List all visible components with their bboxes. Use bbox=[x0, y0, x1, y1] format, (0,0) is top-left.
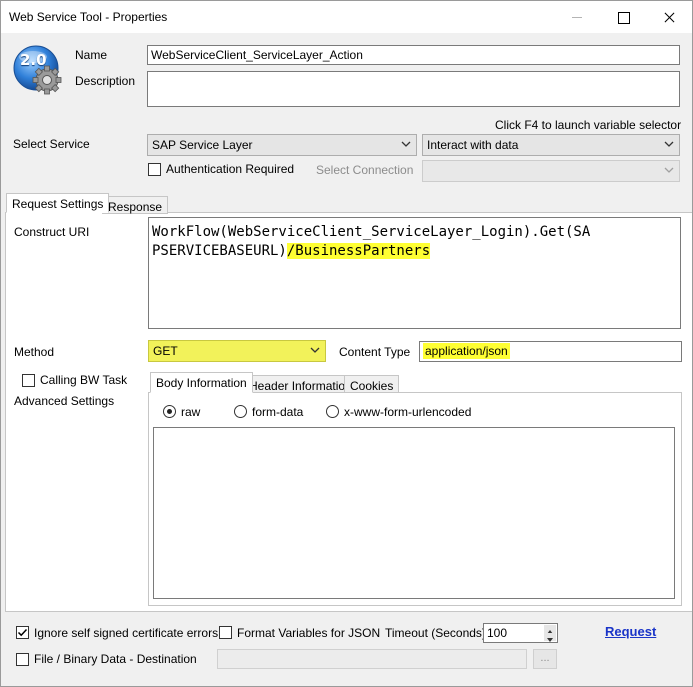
raw-radio[interactable] bbox=[163, 405, 176, 418]
variable-selector-hint: Click F4 to launch variable selector bbox=[495, 118, 682, 132]
check-icon bbox=[17, 628, 28, 637]
spin-down-icon[interactable] bbox=[544, 633, 556, 642]
method-select-value: GET bbox=[153, 344, 178, 358]
file-destination-label: File / Binary Data - Destination bbox=[34, 652, 197, 666]
content-type-value: application/json bbox=[423, 343, 510, 359]
chevron-down-icon bbox=[401, 141, 411, 147]
ignore-ssl-checkbox[interactable] bbox=[16, 626, 29, 639]
service-select-value: SAP Service Layer bbox=[152, 138, 253, 152]
timeout-value: 100 bbox=[487, 626, 508, 640]
request-button[interactable]: Request bbox=[605, 624, 656, 639]
properties-window: Web Service Tool - Properties 2.0 Name W… bbox=[0, 0, 693, 687]
tab-response[interactable]: Response bbox=[102, 196, 169, 214]
description-input[interactable] bbox=[147, 71, 680, 107]
description-label: Description bbox=[75, 74, 136, 88]
auth-required-label: Authentication Required bbox=[166, 162, 295, 176]
name-input[interactable]: WebServiceClient_ServiceLayer_Action bbox=[147, 45, 680, 65]
content-type-label: Content Type bbox=[339, 345, 411, 359]
urlencoded-label: x-www-form-urlencoded bbox=[344, 405, 472, 419]
auth-required-checkbox[interactable] bbox=[148, 163, 161, 176]
construct-uri-input[interactable]: WorkFlow(WebServiceClient_ServiceLayer_L… bbox=[148, 217, 681, 329]
file-destination-checkbox[interactable] bbox=[16, 653, 29, 666]
browse-button[interactable]: ... bbox=[533, 649, 557, 669]
advanced-settings-label: Advanced Settings bbox=[14, 394, 115, 408]
calling-bw-label: Calling BW Task bbox=[40, 373, 128, 387]
format-variables-label: Format Variables for JSON bbox=[237, 626, 381, 640]
ignore-ssl-label: Ignore self signed certificate errors bbox=[34, 626, 219, 640]
chevron-down-icon bbox=[664, 141, 674, 147]
construct-uri-label: Construct URI bbox=[14, 225, 90, 239]
name-label: Name bbox=[75, 48, 108, 62]
tab-cookies[interactable]: Cookies bbox=[344, 375, 400, 393]
select-connection-label: Select Connection bbox=[316, 163, 414, 177]
interact-select-value: Interact with data bbox=[427, 138, 519, 152]
service-select[interactable]: SAP Service Layer bbox=[147, 134, 417, 156]
tab-request-settings[interactable]: Request Settings bbox=[6, 193, 110, 213]
window-title: Web Service Tool - Properties bbox=[9, 10, 168, 24]
chevron-down-icon bbox=[310, 347, 320, 353]
close-icon[interactable] bbox=[646, 1, 692, 33]
interact-select[interactable]: Interact with data bbox=[422, 134, 680, 156]
method-select[interactable]: GET bbox=[148, 340, 326, 362]
method-label: Method bbox=[14, 345, 55, 359]
timeout-input[interactable]: 100 bbox=[483, 623, 558, 643]
form-data-radio[interactable] bbox=[234, 405, 247, 418]
raw-body-input[interactable] bbox=[153, 427, 675, 599]
version-text: 2.0 bbox=[20, 51, 47, 69]
connection-select[interactable] bbox=[422, 160, 680, 182]
uri-line-2-plain: PSERVICEBASEURL) bbox=[152, 243, 287, 259]
minimize-icon[interactable] bbox=[554, 1, 600, 33]
title-bar: Web Service Tool - Properties bbox=[1, 1, 692, 33]
timeout-label: Timeout (Seconds) bbox=[385, 626, 486, 640]
uri-line-1: WorkFlow(WebServiceClient_ServiceLayer_L… bbox=[152, 224, 591, 240]
raw-label: raw bbox=[181, 405, 201, 419]
version-badge: 2.0 bbox=[11, 43, 67, 99]
spin-up-icon[interactable] bbox=[544, 625, 556, 634]
urlencoded-radio[interactable] bbox=[326, 405, 339, 418]
uri-highlighted-path: /BusinessPartners bbox=[286, 243, 431, 259]
content-type-input[interactable]: application/json bbox=[419, 341, 682, 362]
form-data-label: form-data bbox=[252, 405, 304, 419]
tab-body-information[interactable]: Body Information bbox=[150, 372, 253, 393]
chevron-down-icon bbox=[664, 167, 674, 173]
gear-icon bbox=[32, 65, 62, 95]
tab-header-information[interactable]: Header Information bbox=[243, 375, 358, 393]
maximize-icon[interactable] bbox=[600, 1, 646, 33]
uri-line-2: PSERVICEBASEURL)/BusinessPartners bbox=[152, 242, 677, 261]
calling-bw-checkbox[interactable] bbox=[22, 374, 35, 387]
format-variables-checkbox[interactable] bbox=[219, 626, 232, 639]
file-destination-input[interactable] bbox=[217, 649, 527, 669]
select-service-label: Select Service bbox=[13, 137, 90, 151]
